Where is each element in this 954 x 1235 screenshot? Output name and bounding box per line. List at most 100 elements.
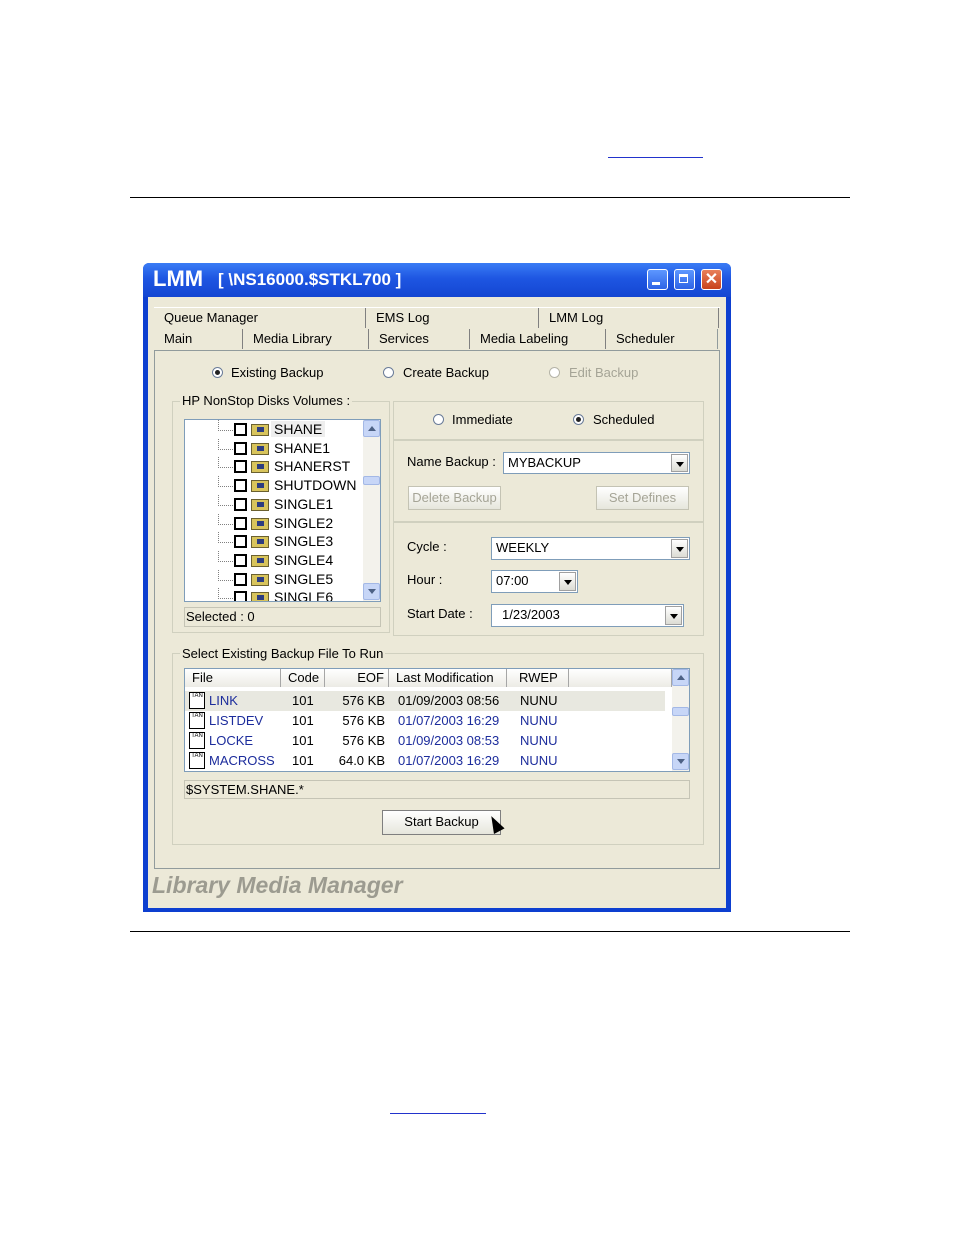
close-button[interactable]: ✕ [701,269,722,290]
tab-main[interactable]: Main [154,329,243,349]
file-modified: 01/09/2003 08:53 [398,733,500,748]
selected-count: Selected : 0 [184,607,381,627]
volume-name: SHANERST [274,458,351,475]
immediate-radio[interactable] [433,414,444,425]
minimize-button[interactable] [647,269,668,290]
disk-icon [251,442,269,455]
volume-name: SINGLE2 [274,514,334,531]
col-blank [569,669,672,687]
cycle-label: Cycle : [407,539,447,554]
create-backup-radio[interactable] [383,367,394,378]
hour-combo[interactable]: 07:00 [491,570,578,593]
tree-item[interactable]: SINGLE6 [185,588,365,601]
tree-scroll-thumb[interactable] [363,476,380,485]
file-code: 101 [292,753,314,768]
col-file[interactable]: File [185,669,281,687]
volume-checkbox[interactable] [234,591,247,601]
tab-media-library[interactable]: Media Library [243,329,369,349]
tree-item[interactable]: SHANE1 [185,438,365,458]
document-link-2[interactable] [390,1113,486,1114]
start-date-dropdown-icon[interactable] [665,606,682,625]
start-backup-button[interactable]: Start Backup [382,810,501,835]
col-last-modification[interactable]: Last Modification [389,669,507,687]
file-modified: 01/07/2003 16:29 [398,753,500,768]
file-code: 101 [292,713,314,728]
tab-services[interactable]: Services [369,329,470,349]
disk-icon [251,480,269,493]
bottom-rule [130,931,850,932]
files-list[interactable]: File Code EOF Last Modification RWEP TAN… [184,668,690,772]
tree-item[interactable]: SINGLE3 [185,532,365,551]
volume-checkbox[interactable] [234,479,247,493]
files-scrollbar[interactable] [672,669,689,771]
title-bar[interactable]: LMM [ \NS16000.$STKL700 ] ✕ [143,263,731,297]
scheduled-radio[interactable] [573,414,584,425]
document-link[interactable] [608,157,703,158]
disk-icon [251,498,269,511]
tree-scroll-down-icon[interactable] [363,583,380,600]
volume-checkbox[interactable] [234,497,247,511]
hour-dropdown-icon[interactable] [559,572,576,591]
files-scroll-down-icon[interactable] [672,753,689,770]
file-rwep: NUNU [520,693,558,708]
file-rwep: NUNU [520,753,558,768]
files-scroll-up-icon[interactable] [672,669,689,686]
col-eof[interactable]: EOF [325,669,389,687]
tab-queue-manager[interactable]: Queue Manager [154,308,366,328]
tree-item[interactable]: SINGLE1 [185,494,365,514]
file-icon: TAN [189,752,205,769]
file-row[interactable]: TAN LINK 101 576 KB 01/09/2003 08:56 NUNU [185,691,665,711]
file-row[interactable]: TAN LISTDEV 101 576 KB 01/07/2003 16:29 NUNU [185,711,665,731]
col-code[interactable]: Code [281,669,325,687]
tree-item[interactable]: SINGLE4 [185,550,365,570]
tab-row-1: Queue Manager EMS Log LMM Log [154,307,720,330]
tree-scrollbar[interactable] [363,420,380,601]
tree-connector [218,550,233,562]
volume-checkbox[interactable] [234,441,247,455]
disk-icon [251,424,269,436]
volume-checkbox[interactable] [234,553,247,567]
file-name: LINK [209,693,238,708]
maximize-button[interactable] [674,269,695,290]
tree-item[interactable]: SINGLE5 [185,569,365,589]
name-backup-dropdown-icon[interactable] [671,454,688,472]
tree-connector [218,420,233,431]
tab-ems-log[interactable]: EMS Log [366,308,539,328]
tab-lmm-log[interactable]: LMM Log [539,308,719,328]
existing-backup-radio[interactable] [212,367,223,378]
file-row[interactable]: TAN LOCKE 101 576 KB 01/09/2003 08:53 NUNU [185,731,665,751]
cycle-value: WEEKLY [496,540,550,555]
tree-connector [218,569,233,581]
files-scroll-thumb[interactable] [672,707,689,716]
file-name: LISTDEV [209,713,264,728]
tree-connector [218,476,233,488]
tab-scheduler[interactable]: Scheduler [606,329,718,349]
tree-scroll-up-icon[interactable] [363,420,380,437]
file-eof: 576 KB [342,713,385,728]
volume-checkbox[interactable] [234,423,247,436]
tree-connector [218,438,233,450]
volume-checkbox[interactable] [234,572,247,586]
file-name: LOCKE [209,733,254,748]
name-backup-combo[interactable]: MYBACKUP [503,452,690,474]
volume-checkbox[interactable] [234,516,247,530]
file-name: MACROSS [209,753,275,768]
tab-media-labeling[interactable]: Media Labeling [470,329,606,349]
name-backup-value: MYBACKUP [508,455,581,470]
cycle-combo[interactable]: WEEKLY [491,537,690,560]
tree-item[interactable]: SHUTDOWN [185,476,365,495]
cycle-dropdown-icon[interactable] [671,539,688,558]
file-row[interactable]: TAN MACROSS 101 64.0 KB 01/07/2003 16:29 NUNU [185,751,665,771]
tree-item[interactable]: SHANE [185,420,365,439]
col-rwep[interactable]: RWEP [507,669,569,687]
files-group-label: Select Existing Backup File To Run [180,646,386,661]
volume-checkbox[interactable] [234,460,247,474]
volume-name: SHANE1 [274,439,331,456]
volume-checkbox[interactable] [234,535,247,549]
tree-item[interactable]: SHANERST [185,457,365,476]
volumes-tree[interactable]: SHANE SHANE1 SHANERST SHUTDOWN SINGLE1 SINGLE… [184,419,381,602]
start-date-picker[interactable]: 1/23/2003 [491,604,684,627]
volume-name: SINGLE5 [274,570,334,587]
volume-name: SHANE [271,421,326,437]
tree-item[interactable]: SINGLE2 [185,513,365,533]
